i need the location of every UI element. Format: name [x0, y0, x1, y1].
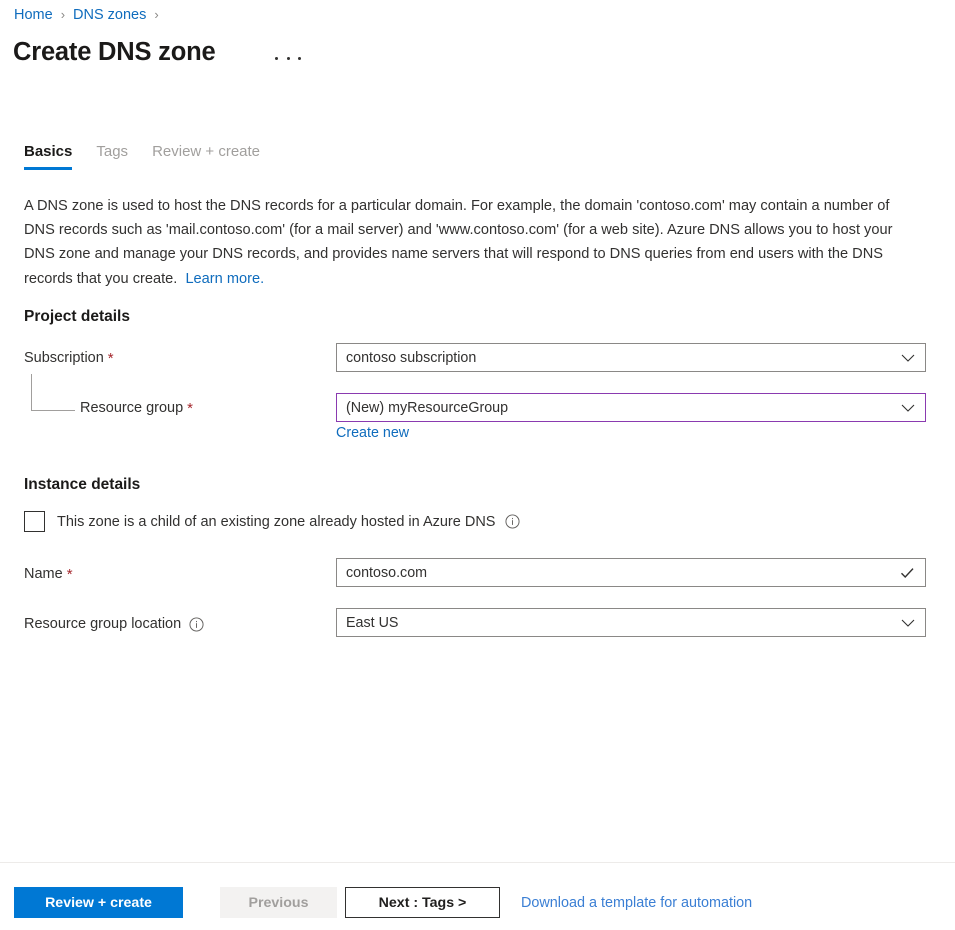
resource-group-location-value: East US [346, 614, 399, 631]
child-zone-label: This zone is a child of an existing zone… [57, 513, 496, 530]
next-tags-button[interactable]: Next : Tags > [345, 887, 500, 918]
subscription-dropdown[interactable]: contoso subscription [336, 343, 926, 372]
download-template-link[interactable]: Download a template for automation [521, 895, 752, 911]
name-input[interactable]: contoso.com [336, 558, 926, 587]
validation-check-icon [899, 565, 915, 581]
description-text: A DNS zone is used to host the DNS recor… [24, 194, 908, 291]
review-create-button[interactable]: Review + create [14, 887, 183, 918]
name-value: contoso.com [346, 564, 428, 581]
section-heading-project-details: Project details [24, 308, 130, 325]
label-name-text: Name [24, 566, 63, 582]
tab-bar: Basics Tags Review + create [24, 143, 284, 170]
resource-group-value: (New) myResourceGroup [346, 399, 509, 416]
child-zone-checkbox[interactable] [24, 511, 45, 532]
required-asterisk: * [107, 349, 114, 367]
resource-group-location-dropdown[interactable]: East US [336, 608, 926, 637]
tab-tags[interactable]: Tags [96, 143, 128, 170]
info-icon[interactable] [189, 616, 204, 632]
page-title: Create DNS zone [13, 38, 216, 66]
label-subscription: Subscription * [24, 350, 114, 366]
breadcrumb-item-home[interactable]: Home [14, 5, 53, 25]
label-resource-group-text: Resource group [80, 400, 184, 416]
label-resource-group-location: Resource group location [24, 616, 204, 632]
label-subscription-text: Subscription [24, 350, 104, 366]
breadcrumb-item-dns-zones[interactable]: DNS zones [73, 5, 146, 25]
breadcrumb: Home › DNS zones › [14, 5, 167, 25]
previous-button: Previous [220, 887, 337, 918]
chevron-down-icon [900, 350, 916, 366]
info-icon[interactable] [505, 514, 520, 529]
child-zone-row: This zone is a child of an existing zone… [24, 511, 520, 532]
more-options-icon[interactable] [275, 48, 301, 68]
label-name: Name * [24, 566, 73, 582]
required-asterisk: * [66, 565, 73, 583]
section-heading-instance-details: Instance details [24, 476, 141, 493]
description-body: A DNS zone is used to host the DNS recor… [24, 198, 893, 287]
required-asterisk: * [187, 399, 194, 417]
chevron-down-icon [900, 615, 916, 631]
resource-group-dropdown[interactable]: (New) myResourceGroup [336, 393, 926, 422]
subscription-value: contoso subscription [346, 349, 477, 366]
chevron-down-icon [900, 400, 916, 416]
breadcrumb-separator-icon: › [60, 7, 66, 22]
resource-group-connector [31, 374, 75, 411]
label-resource-group-location-text: Resource group location [24, 616, 182, 632]
breadcrumb-separator-icon: › [154, 7, 159, 22]
tab-basics[interactable]: Basics [24, 143, 73, 170]
tab-review-create[interactable]: Review + create [152, 143, 260, 170]
label-resource-group: Resource group * [80, 400, 193, 416]
create-new-resource-group-link[interactable]: Create new [336, 425, 409, 441]
footer-divider [0, 862, 955, 863]
footer-action-bar: Review + create Previous Next : Tags > D… [14, 887, 752, 918]
learn-more-link[interactable]: Learn more. [185, 271, 264, 287]
